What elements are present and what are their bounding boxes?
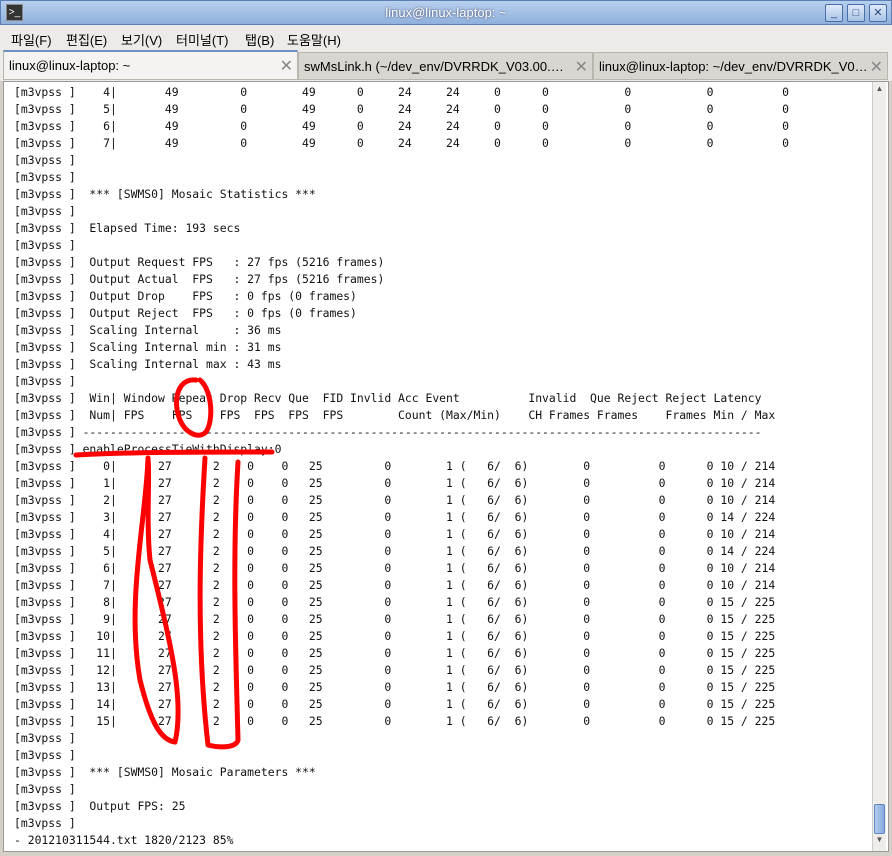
menu-file[interactable]: 파일(F) xyxy=(11,30,52,49)
tab-swmslink[interactable]: swMsLink.h (~/dev_env/DVRRDK_V03.00.… ✕ xyxy=(298,52,593,80)
terminal-line: [m3vpss ] 5| 49 0 49 0 24 24 0 0 0 0 0 xyxy=(14,102,789,116)
terminal-line: [m3vpss ] 11| 27 2 0 0 25 0 1 ( 6/ 6) 0 … xyxy=(14,646,776,660)
scroll-down-icon[interactable]: ▼ xyxy=(873,835,886,849)
terminal-line: [m3vpss ] Output Actual FPS : 27 fps (52… xyxy=(14,272,385,286)
terminal-output[interactable]: [m3vpss ] 4| 49 0 49 0 24 24 0 0 0 0 0 [m… xyxy=(3,81,889,852)
terminal-line: [m3vpss ] Win| Window Repeat Drop Recv Q… xyxy=(14,391,762,405)
title-bar: >_ linux@linux-laptop: ~ _ □ ✕ xyxy=(0,0,892,25)
terminal-line: [m3vpss ] Num| FPS FPS FPS FPS FPS FPS C… xyxy=(14,408,776,422)
terminal-line: [m3vpss ] xyxy=(14,374,76,388)
terminal-line: [m3vpss ] Output Drop FPS : 0 fps (0 fra… xyxy=(14,289,357,303)
terminal-line: [m3vpss ] Output FPS: 25 xyxy=(14,799,186,813)
window-title: linux@linux-laptop: ~ xyxy=(385,5,507,20)
terminal-line: [m3vpss ] ------------------------------… xyxy=(14,425,762,439)
terminal-line: [m3vpss ] Scaling Internal max : 43 ms xyxy=(14,357,282,371)
terminal-line: [m3vpss ] 6| 27 2 0 0 25 0 1 ( 6/ 6) 0 0… xyxy=(14,561,776,575)
terminal-line: [m3vpss ] 4| 49 0 49 0 24 24 0 0 0 0 0 xyxy=(14,85,789,99)
menu-tabs[interactable]: 탭(B) xyxy=(245,30,274,49)
terminal-line: [m3vpss ] 15| 27 2 0 0 25 0 1 ( 6/ 6) 0 … xyxy=(14,714,776,728)
minimize-button[interactable]: _ xyxy=(825,4,843,22)
scroll-up-icon[interactable]: ▲ xyxy=(873,84,886,98)
terminal-line: [m3vpss ] *** [SWMS0] Mosaic Parameters … xyxy=(14,765,316,779)
close-tab-icon[interactable]: ✕ xyxy=(280,56,293,76)
menu-help[interactable]: 도움말(H) xyxy=(287,30,341,49)
menu-terminal[interactable]: 터미널(T) xyxy=(176,30,228,49)
terminal-line: [m3vpss ] xyxy=(14,170,76,184)
terminal-line: [m3vpss ] xyxy=(14,204,76,218)
terminal-line: [m3vpss ] 6| 49 0 49 0 24 24 0 0 0 0 0 xyxy=(14,119,789,133)
terminal-line: [m3vpss ] 5| 27 2 0 0 25 0 1 ( 6/ 6) 0 0… xyxy=(14,544,776,558)
maximize-button[interactable]: □ xyxy=(847,4,865,22)
menu-bar: 파일(F) 편집(E) 보기(V) 터미널(T) 탭(B) 도움말(H) xyxy=(0,25,892,50)
terminal-line: [m3vpss ] xyxy=(14,816,76,830)
tab-bar: linux@linux-laptop: ~ ✕ swMsLink.h (~/de… xyxy=(0,50,892,81)
scrollbar-thumb[interactable] xyxy=(874,804,885,834)
terminal-line: [m3vpss ] xyxy=(14,731,76,745)
close-tab-icon[interactable]: ✕ xyxy=(870,57,883,77)
menu-view[interactable]: 보기(V) xyxy=(121,30,162,49)
terminal-line: [m3vpss ] Output Reject FPS : 0 fps (0 f… xyxy=(14,306,357,320)
terminal-line: [m3vpss ] xyxy=(14,748,76,762)
close-tab-icon[interactable]: ✕ xyxy=(575,57,588,77)
terminal-line: [m3vpss ] Elapsed Time: 193 secs xyxy=(14,221,241,235)
terminal-line: [m3vpss ] 7| 49 0 49 0 24 24 0 0 0 0 0 xyxy=(14,136,789,150)
terminal-line: [m3vpss ] xyxy=(14,153,76,167)
tab-label: linux@linux-laptop: ~/dev_env/DVRRDK_V0… xyxy=(599,59,868,74)
terminal-line: [m3vpss ] 2| 27 2 0 0 25 0 1 ( 6/ 6) 0 0… xyxy=(14,493,776,507)
terminal-line: [m3vpss ] 7| 27 2 0 0 25 0 1 ( 6/ 6) 0 0… xyxy=(14,578,776,592)
terminal-line: [m3vpss ] 10| 27 2 0 0 25 0 1 ( 6/ 6) 0 … xyxy=(14,629,776,643)
tab-label: swMsLink.h (~/dev_env/DVRRDK_V03.00.… xyxy=(304,59,564,74)
tab-label: linux@linux-laptop: ~ xyxy=(9,58,131,73)
terminal-line: [m3vpss ] 0| 27 2 0 0 25 0 1 ( 6/ 6) 0 0… xyxy=(14,459,776,473)
scrollbar[interactable]: ▲ ▼ xyxy=(872,82,886,851)
close-button[interactable]: ✕ xyxy=(869,4,887,22)
pager-status-line: - 201210311544.txt 1820/2123 85% xyxy=(14,833,234,847)
tab-terminal-home[interactable]: linux@linux-laptop: ~ ✕ xyxy=(3,50,298,80)
terminal-line: [m3vpss ] 8| 27 2 0 0 25 0 1 ( 6/ 6) 0 0… xyxy=(14,595,776,609)
terminal-line: [m3vpss ] 12| 27 2 0 0 25 0 1 ( 6/ 6) 0 … xyxy=(14,663,776,677)
terminal-line: [m3vpss ] 9| 27 2 0 0 25 0 1 ( 6/ 6) 0 0… xyxy=(14,612,776,626)
terminal-line: [m3vpss ] *** [SWMS0] Mosaic Statistics … xyxy=(14,187,316,201)
terminal-line: [m3vpss ] xyxy=(14,238,76,252)
terminal-lines: [m3vpss ] 4| 49 0 49 0 24 24 0 0 0 0 0 [m… xyxy=(14,84,789,849)
terminal-line: [m3vpss ] 1| 27 2 0 0 25 0 1 ( 6/ 6) 0 0… xyxy=(14,476,776,490)
terminal-line: [m3vpss ] 13| 27 2 0 0 25 0 1 ( 6/ 6) 0 … xyxy=(14,680,776,694)
terminal-line: [m3vpss ] 3| 27 2 0 0 25 0 1 ( 6/ 6) 0 0… xyxy=(14,510,776,524)
terminal-line: [m3vpss ] enableProcessTieWithDisplay:0 xyxy=(14,442,282,456)
terminal-line: [m3vpss ] xyxy=(14,782,76,796)
terminal-line: [m3vpss ] Scaling Internal : 36 ms xyxy=(14,323,282,337)
terminal-line: [m3vpss ] Output Request FPS : 27 fps (5… xyxy=(14,255,385,269)
terminal-line: [m3vpss ] 4| 27 2 0 0 25 0 1 ( 6/ 6) 0 0… xyxy=(14,527,776,541)
terminal-line: [m3vpss ] Scaling Internal min : 31 ms xyxy=(14,340,282,354)
terminal-line: [m3vpss ] 14| 27 2 0 0 25 0 1 ( 6/ 6) 0 … xyxy=(14,697,776,711)
tab-terminal-dvrrdk[interactable]: linux@linux-laptop: ~/dev_env/DVRRDK_V0…… xyxy=(593,52,888,80)
menu-edit[interactable]: 편집(E) xyxy=(66,30,107,49)
